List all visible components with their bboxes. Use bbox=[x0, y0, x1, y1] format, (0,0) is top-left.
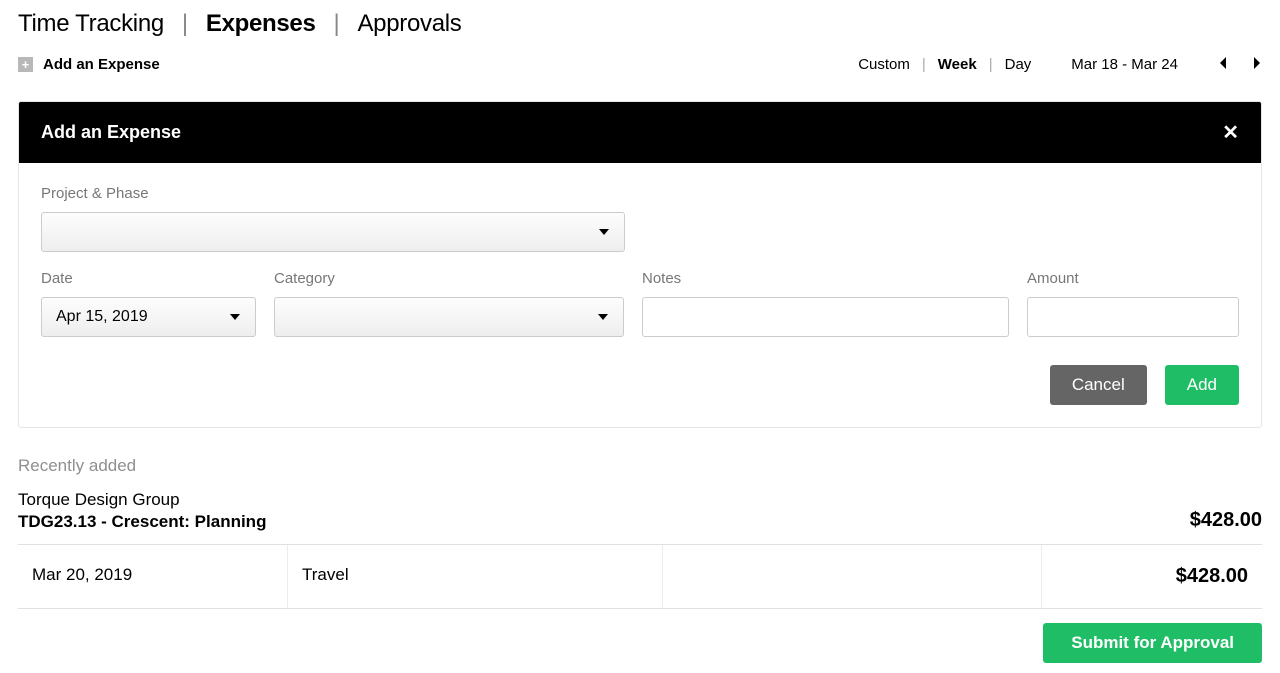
field-amount: Amount bbox=[1027, 270, 1239, 337]
view-mode-day[interactable]: Day bbox=[1005, 56, 1032, 73]
label-notes: Notes bbox=[642, 270, 1009, 287]
category-select[interactable] bbox=[274, 297, 624, 337]
tab-expenses[interactable]: Expenses bbox=[206, 10, 316, 38]
date-select[interactable]: Apr 15, 2019 bbox=[41, 297, 256, 337]
chevron-down-icon bbox=[229, 313, 241, 321]
notes-input[interactable] bbox=[642, 297, 1009, 337]
project-phase-select[interactable] bbox=[41, 212, 625, 252]
panel-header: Add an Expense ✕ bbox=[19, 102, 1261, 163]
chevron-down-icon bbox=[598, 228, 610, 236]
plus-icon: + bbox=[18, 57, 33, 72]
view-mode-week[interactable]: Week bbox=[938, 56, 977, 73]
field-category: Category bbox=[274, 270, 624, 337]
view-mode-group: Custom | Week | Day bbox=[858, 56, 1031, 73]
tab-approvals[interactable]: Approvals bbox=[357, 10, 461, 38]
group-total: $428.00 bbox=[1190, 509, 1262, 532]
field-notes: Notes bbox=[642, 270, 1009, 337]
add-expense-label: Add an Expense bbox=[43, 56, 160, 73]
panel-actions: Cancel Add bbox=[41, 365, 1239, 405]
cell-spacer bbox=[663, 545, 1042, 608]
submit-row: Submit for Approval bbox=[18, 623, 1262, 663]
cancel-button[interactable]: Cancel bbox=[1050, 365, 1147, 405]
view-divider: | bbox=[922, 56, 926, 73]
table-row[interactable]: Mar 20, 2019 Travel $428.00 bbox=[18, 545, 1262, 609]
page-tabs: Time Tracking | Expenses | Approvals bbox=[18, 10, 1262, 38]
toolbar-right: Custom | Week | Day Mar 18 - Mar 24 bbox=[858, 56, 1262, 73]
recently-added-heading: Recently added bbox=[18, 456, 1262, 476]
next-arrow-icon[interactable] bbox=[1252, 56, 1262, 73]
group-info: Torque Design Group TDG23.13 - Crescent:… bbox=[18, 490, 266, 532]
group-project: TDG23.13 - Crescent: Planning bbox=[18, 512, 266, 532]
panel-title: Add an Expense bbox=[41, 122, 181, 143]
field-project-phase: Project & Phase bbox=[41, 185, 1239, 252]
expense-group-header: Torque Design Group TDG23.13 - Crescent:… bbox=[18, 490, 1262, 545]
label-amount: Amount bbox=[1027, 270, 1239, 287]
tab-time-tracking[interactable]: Time Tracking bbox=[18, 10, 164, 38]
group-client: Torque Design Group bbox=[18, 490, 266, 510]
toolbar: + Add an Expense Custom | Week | Day Mar… bbox=[18, 56, 1262, 73]
fields-row: Date Apr 15, 2019 Category No bbox=[41, 270, 1239, 337]
view-divider: | bbox=[989, 56, 993, 73]
panel-body: Project & Phase Date Apr 15, 2019 Cat bbox=[19, 163, 1261, 427]
submit-for-approval-button[interactable]: Submit for Approval bbox=[1043, 623, 1262, 663]
prev-arrow-icon[interactable] bbox=[1218, 56, 1228, 73]
date-value: Apr 15, 2019 bbox=[56, 308, 148, 326]
cell-category: Travel bbox=[288, 545, 663, 608]
add-expense-panel: Add an Expense ✕ Project & Phase Date Ap… bbox=[18, 101, 1262, 428]
tab-divider: | bbox=[334, 10, 340, 38]
cell-amount: $428.00 bbox=[1042, 545, 1262, 608]
amount-input[interactable] bbox=[1027, 297, 1239, 337]
chevron-down-icon bbox=[597, 313, 609, 321]
label-project-phase: Project & Phase bbox=[41, 185, 1239, 202]
add-expense-button[interactable]: + Add an Expense bbox=[18, 56, 160, 73]
tab-divider: | bbox=[182, 10, 188, 38]
cell-date: Mar 20, 2019 bbox=[18, 545, 288, 608]
label-category: Category bbox=[274, 270, 624, 287]
add-button[interactable]: Add bbox=[1165, 365, 1239, 405]
close-icon[interactable]: ✕ bbox=[1222, 120, 1239, 145]
view-mode-custom[interactable]: Custom bbox=[858, 56, 910, 73]
label-date: Date bbox=[41, 270, 256, 287]
date-nav bbox=[1218, 56, 1262, 73]
field-date: Date Apr 15, 2019 bbox=[41, 270, 256, 337]
date-range-label: Mar 18 - Mar 24 bbox=[1071, 56, 1178, 73]
